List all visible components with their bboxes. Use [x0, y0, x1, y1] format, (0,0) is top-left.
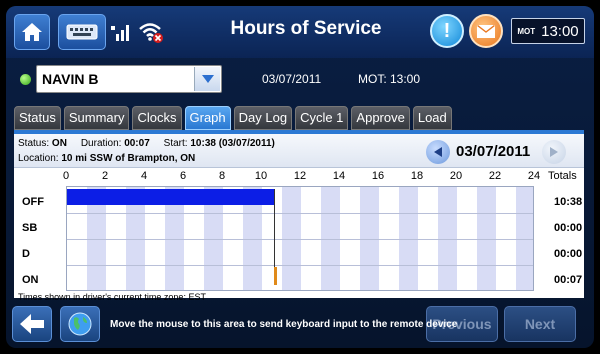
row-divider: [67, 265, 533, 266]
hour-tick-label: 8: [218, 170, 226, 182]
wifi-off-icon: [139, 23, 163, 43]
clock-display: MOT 13:00: [511, 18, 585, 44]
tab-summary[interactable]: Summary: [63, 106, 130, 130]
hour-tick-label: 14: [332, 170, 346, 182]
top-bar: Hours of Service ! MOT 13:00: [6, 6, 594, 58]
location-line: Location: 10 mi SSW of Brampton, ON: [18, 153, 195, 164]
row-label-on: ON: [22, 274, 39, 286]
driver-dropdown-toggle[interactable]: [194, 67, 220, 91]
total-d: 00:00: [554, 248, 583, 260]
signal-icon: [111, 25, 129, 41]
graph-panel: Status: ON Duration: 00:07 Start: 10:38 …: [14, 130, 584, 302]
hour-tick-label: 10: [254, 170, 268, 182]
total-sb: 00:00: [554, 222, 583, 234]
chevron-left-icon: [434, 147, 442, 157]
driver-name: NAVIN B: [42, 71, 99, 87]
status-info: Status: ON Duration: 00:07 Start: 10:38 …: [14, 134, 584, 168]
home-button[interactable]: [14, 14, 50, 50]
next-day-button[interactable]: [542, 140, 566, 164]
hos-screen: Hours of Service ! MOT 13:00 NAVIN B 03/…: [6, 6, 594, 348]
hour-tick-label: 0: [62, 170, 70, 182]
status-line: Status: ON Duration: 00:07 Start: 10:38 …: [18, 138, 275, 149]
clock-time: 13:00: [541, 22, 579, 40]
row-divider: [67, 213, 533, 214]
hour-tick-label: 20: [449, 170, 463, 182]
tab-status[interactable]: Status: [14, 106, 61, 130]
footer-bar: Previous Next Move the mouse to this are…: [6, 302, 594, 348]
chevron-right-icon: [550, 147, 558, 157]
home-icon: [22, 23, 42, 41]
row-label-d: D: [22, 248, 30, 260]
status-label: Status:: [18, 138, 50, 149]
totals-header: Totals: [548, 170, 577, 182]
total-off: 10:38: [554, 196, 583, 208]
clock-label: MOT: [517, 26, 536, 36]
location-label: Location:: [18, 153, 59, 164]
previous-day-button[interactable]: [426, 140, 450, 164]
back-arrow-icon: [20, 314, 44, 334]
row-divider: [67, 239, 533, 240]
graph-date: 03/07/2011: [456, 143, 531, 160]
tab-bar: Status Summary Clocks Graph Day Log Cycl…: [14, 106, 452, 130]
driver-select[interactable]: NAVIN B: [36, 65, 222, 93]
current-date: 03/07/2011: [262, 72, 322, 86]
mail-icon: [477, 24, 495, 38]
keyboard-icon: [66, 24, 98, 40]
hour-tick-label: 6: [179, 170, 187, 182]
total-on: 00:07: [554, 274, 583, 286]
hour-tick-label: 18: [410, 170, 424, 182]
info-alert-button[interactable]: !: [430, 14, 464, 48]
keyboard-button[interactable]: [58, 14, 106, 50]
hour-tick-label: 22: [488, 170, 502, 182]
globe-icon: [68, 312, 92, 336]
tab-load[interactable]: Load: [412, 106, 452, 130]
driver-status-dot: [20, 74, 31, 85]
tab-graph[interactable]: Graph: [184, 106, 231, 130]
globe-button[interactable]: [60, 306, 100, 342]
tab-cycle[interactable]: Cycle 1: [295, 106, 349, 130]
info-icon: !: [443, 19, 451, 42]
mail-button[interactable]: [469, 14, 503, 48]
next-button[interactable]: Next: [504, 306, 576, 342]
tab-clocks[interactable]: Clocks: [132, 106, 182, 130]
remote-input-message[interactable]: Move the mouse to this area to send keyb…: [110, 319, 457, 330]
hour-tick-label: 16: [371, 170, 385, 182]
location-value: 10 mi SSW of Brampton, ON: [61, 153, 196, 164]
row-label-off: OFF: [22, 196, 44, 208]
hour-tick-label: 2: [101, 170, 109, 182]
back-button[interactable]: [12, 306, 52, 342]
off-duty-bar: [67, 189, 275, 205]
hour-tick-label: 4: [140, 170, 148, 182]
start-value: 10:38 (03/07/2011): [190, 138, 275, 149]
tab-approve[interactable]: Approve: [351, 106, 410, 130]
tab-day-log[interactable]: Day Log: [233, 106, 293, 130]
on-duty-bar: [274, 267, 277, 285]
hour-tick-label: 24: [527, 170, 541, 182]
start-label: Start:: [163, 138, 188, 149]
page-title: Hours of Service: [230, 18, 382, 39]
status-value: ON: [51, 138, 67, 149]
duration-label: Duration:: [80, 138, 122, 149]
hour-tick-label: 12: [293, 170, 307, 182]
duty-status-graph: [66, 186, 534, 291]
chevron-down-icon: [201, 75, 214, 83]
duration-value: 00:07: [124, 138, 150, 149]
row-label-sb: SB: [22, 222, 38, 234]
current-mot-time: MOT: 13:00: [358, 72, 421, 86]
timezone-note: Times shown in driver's current time zon…: [18, 292, 206, 302]
